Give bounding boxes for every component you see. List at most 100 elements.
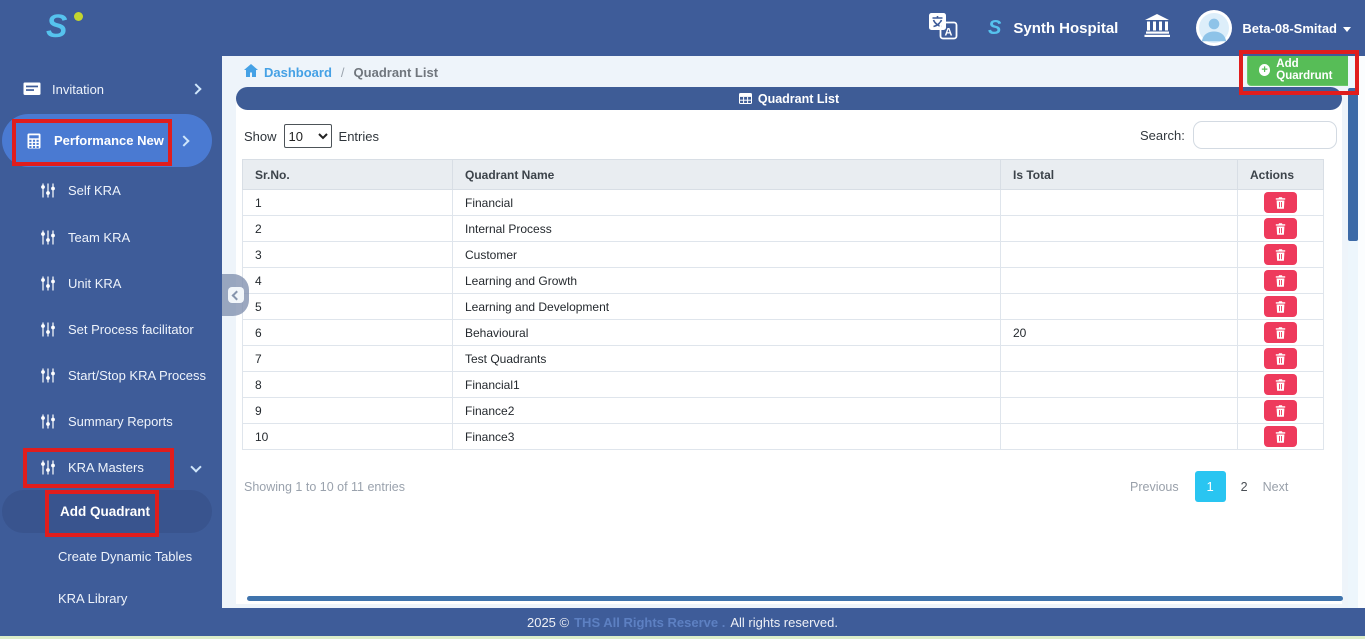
- table-row: 5 Learning and Development: [242, 293, 1324, 320]
- horizontal-scrollbar[interactable]: [247, 596, 1343, 601]
- column-header-actions: Actions: [1237, 159, 1324, 190]
- sidebar-item-label: Start/Stop KRA Process: [68, 367, 207, 383]
- table-row: 3 Customer: [242, 241, 1324, 268]
- sliders-icon: [38, 414, 58, 429]
- sidebar-item-label: Performance New: [54, 133, 164, 148]
- search-input[interactable]: [1192, 121, 1337, 149]
- delete-button[interactable]: [1264, 426, 1297, 447]
- cell-quadrant-name: Internal Process: [452, 215, 1001, 242]
- app-logo-icon[interactable]: S: [46, 8, 67, 45]
- footer-link[interactable]: THS All Rights Reserve .: [574, 615, 725, 630]
- sidebar-item-kra-masters[interactable]: KRA Masters: [0, 452, 222, 482]
- sliders-icon: [38, 368, 58, 383]
- breadcrumb-current: Quadrant List: [353, 64, 439, 80]
- delete-button[interactable]: [1264, 348, 1297, 369]
- cell-srno: 3: [242, 241, 453, 268]
- delete-button[interactable]: [1264, 244, 1297, 265]
- delete-button[interactable]: [1264, 322, 1297, 343]
- column-header-is-total[interactable]: Is Total: [1000, 159, 1238, 190]
- cell-quadrant-name: Learning and Development: [452, 293, 1001, 320]
- cell-srno: 2: [242, 215, 453, 242]
- cell-srno: 8: [242, 371, 453, 398]
- search-label: Search:: [1140, 127, 1185, 143]
- cell-srno: 5: [242, 293, 453, 320]
- cell-is-total: [1000, 189, 1238, 216]
- cell-srno: 1: [242, 189, 453, 216]
- sliders-icon: [38, 230, 58, 245]
- sidebar-item-add-quadrant[interactable]: Add Quadrant: [2, 490, 212, 533]
- table-row: 9 Finance2: [242, 397, 1324, 424]
- footer-rights: All rights reserved.: [730, 614, 838, 630]
- delete-button[interactable]: [1264, 270, 1297, 291]
- delete-button[interactable]: [1264, 218, 1297, 239]
- app-logo-small-icon[interactable]: S: [988, 17, 1001, 40]
- cell-quadrant-name: Behavioural: [452, 319, 1001, 346]
- sidebar-item-create-dynamic-tables[interactable]: Create Dynamic Tables: [0, 542, 222, 570]
- sidebar-item-label: Summary Reports: [68, 413, 173, 429]
- sliders-icon: [38, 322, 58, 337]
- sidebar-item-label: Set Process facilitator: [68, 321, 194, 337]
- table-row: 1 Financial: [242, 189, 1324, 216]
- sidebar-item-label: KRA Library: [58, 590, 128, 606]
- cell-is-total: [1000, 371, 1238, 398]
- sidebar-collapse-handle[interactable]: [222, 274, 249, 316]
- sidebar-item-performance-new[interactable]: Performance New: [2, 114, 212, 167]
- cell-is-total: 20: [1000, 319, 1238, 346]
- footer-bar: 2025 © THS All Rights Reserve . All righ…: [0, 608, 1365, 636]
- institution-icon[interactable]: [1144, 14, 1171, 42]
- sidebar-item-label: Create Dynamic Tables: [58, 548, 193, 564]
- table-info-text: Showing 1 to 10 of 11 entries: [244, 480, 405, 494]
- translate-icon[interactable]: A: [928, 12, 958, 45]
- sidebar-item-summary-reports[interactable]: Summary Reports: [0, 406, 222, 436]
- vertical-scrollbar-track[interactable]: [1348, 56, 1358, 608]
- vertical-scrollbar-thumb[interactable]: [1348, 88, 1358, 241]
- column-header-quadrant-name[interactable]: Quadrant Name: [452, 159, 1001, 190]
- sidebar-item-team-kra[interactable]: Team KRA: [0, 222, 222, 252]
- sidebar-item-self-kra[interactable]: Self KRA: [0, 175, 222, 205]
- cell-quadrant-name: Learning and Growth: [452, 267, 1001, 294]
- table-row: 6 Behavioural 20: [242, 319, 1324, 346]
- message-icon: [22, 82, 42, 97]
- pagination-page-1[interactable]: 1: [1194, 471, 1226, 502]
- delete-button[interactable]: [1264, 374, 1297, 395]
- search-control: Search:: [1140, 121, 1337, 149]
- sidebar-item-invitation[interactable]: Invitation: [0, 72, 222, 106]
- quadrant-table: Sr.No. Quadrant Name Is Total Actions 1 …: [242, 159, 1324, 450]
- table-grid-icon: [738, 93, 752, 104]
- cell-quadrant-name: Finance3: [452, 423, 1001, 450]
- sidebar-item-label: KRA Masters: [68, 459, 144, 475]
- pagination-previous[interactable]: Previous: [1130, 480, 1179, 494]
- sidebar-item-label: Unit KRA: [68, 275, 122, 291]
- panel-title-bar: Quadrant List: [236, 87, 1342, 110]
- cell-quadrant-name: Test Quadrants: [452, 345, 1001, 372]
- show-label: Show: [244, 128, 277, 144]
- page-size-select[interactable]: 10: [283, 124, 332, 148]
- sliders-icon: [38, 276, 58, 291]
- cell-is-total: [1000, 423, 1238, 450]
- breadcrumb-dashboard-link[interactable]: Dashboard: [264, 65, 332, 80]
- cell-is-total: [1000, 267, 1238, 294]
- sidebar-item-label: Team KRA: [68, 229, 131, 245]
- calculator-icon: [24, 133, 44, 149]
- pagination-next[interactable]: Next: [1263, 480, 1289, 494]
- svg-text:A: A: [945, 26, 953, 38]
- cell-is-total: [1000, 397, 1238, 424]
- delete-button[interactable]: [1264, 400, 1297, 421]
- right-edge-strip: [1358, 56, 1365, 608]
- cell-quadrant-name: Customer: [452, 241, 1001, 268]
- user-menu[interactable]: Beta-08-Smitad: [1242, 21, 1351, 36]
- pagination-page-2[interactable]: 2: [1241, 480, 1248, 494]
- sidebar-item-unit-kra[interactable]: Unit KRA: [0, 268, 222, 298]
- cell-is-total: [1000, 345, 1238, 372]
- cell-is-total: [1000, 241, 1238, 268]
- user-name-label: Beta-08-Smitad: [1242, 20, 1337, 36]
- home-icon: [244, 64, 258, 80]
- delete-button[interactable]: [1264, 192, 1297, 213]
- column-header-srno[interactable]: Sr.No.: [242, 159, 453, 190]
- user-avatar[interactable]: [1196, 10, 1233, 46]
- sidebar-item-label: Self KRA: [68, 182, 121, 198]
- table-row: 10 Finance3: [242, 423, 1324, 450]
- sidebar-item-start-stop-kra-process[interactable]: Start/Stop KRA Process: [0, 360, 222, 390]
- sidebar-item-set-process-facilitator[interactable]: Set Process facilitator: [0, 314, 222, 344]
- delete-button[interactable]: [1264, 296, 1297, 317]
